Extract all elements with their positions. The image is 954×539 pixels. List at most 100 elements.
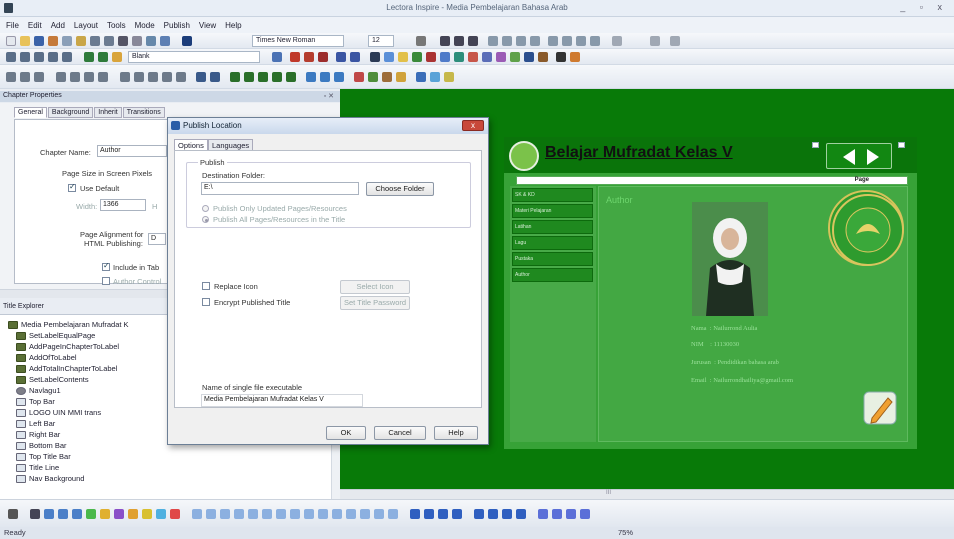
publish-icon[interactable]	[272, 52, 282, 62]
red-shape-icon[interactable]	[170, 509, 180, 519]
replace-icon[interactable]	[132, 36, 142, 46]
curve-arrow-icon[interactable]	[276, 509, 286, 519]
spell-icon[interactable]	[160, 36, 170, 46]
cancel-button[interactable]: Cancel	[374, 426, 426, 440]
align-right-icon[interactable]	[516, 36, 526, 46]
pentagon-icon[interactable]	[332, 509, 342, 519]
layout-icon[interactable]	[6, 52, 16, 62]
replace-icon-checkbox[interactable]	[202, 282, 210, 290]
form-icon[interactable]	[440, 52, 450, 62]
ungroup-icon[interactable]	[176, 72, 186, 82]
tree-item[interactable]: AddPageInChapterToLabel	[16, 342, 119, 351]
redo-icon[interactable]	[104, 36, 114, 46]
window-controls[interactable]: _ ▫ x	[900, 2, 948, 12]
rectangle-icon[interactable]	[72, 509, 82, 519]
people-icon[interactable]	[334, 72, 344, 82]
line-icon[interactable]	[612, 36, 622, 46]
tree-item[interactable]: LOGO UIN MMI trans	[16, 408, 101, 417]
encrypt-checkbox[interactable]	[202, 298, 210, 306]
same-width-icon[interactable]	[56, 72, 66, 82]
open-icon[interactable]	[20, 36, 30, 46]
menu-file[interactable]: File	[6, 21, 19, 30]
tree-item[interactable]: Navlagu1	[16, 386, 61, 395]
menu-pustaka[interactable]: Pustaka	[512, 252, 593, 266]
align-bottom-icon[interactable]	[34, 72, 44, 82]
tree-item-root[interactable]: Media Pembelajaran Mufradat K	[8, 320, 129, 329]
pointer-icon[interactable]	[8, 509, 18, 519]
menu-lagu[interactable]: Lagu	[512, 236, 593, 250]
sky-tool-icon[interactable]	[430, 72, 440, 82]
tree-item[interactable]: SetLabelEqualPage	[16, 331, 95, 340]
menu-mode[interactable]: Mode	[135, 21, 155, 30]
callout-icon[interactable]	[128, 509, 138, 519]
triangle-up-icon[interactable]	[410, 509, 420, 519]
add-page-icon[interactable]	[112, 52, 122, 62]
circle-icon[interactable]	[114, 509, 124, 519]
grid-icon[interactable]	[20, 52, 30, 62]
menu-edit[interactable]: Edit	[28, 21, 42, 30]
image-icon[interactable]	[290, 52, 300, 62]
ok-button[interactable]: OK	[326, 426, 366, 440]
progress-bar-icon[interactable]	[524, 52, 534, 62]
canvas-hscrollbar[interactable]: III	[340, 489, 954, 499]
tab-background[interactable]: Background	[47, 107, 94, 118]
ud-arrow-icon[interactable]	[262, 509, 272, 519]
align-objects-icon[interactable]	[6, 72, 16, 82]
radio-all[interactable]	[202, 216, 209, 223]
tab-general[interactable]: General	[14, 107, 47, 118]
tree-item[interactable]: SetLabelContents	[16, 375, 89, 384]
frame-icon[interactable]	[34, 52, 44, 62]
tree-item[interactable]: AddTotalInChapterToLabel	[16, 364, 117, 373]
minimize-icon[interactable]	[812, 142, 819, 148]
menu-layout[interactable]: Layout	[74, 21, 98, 30]
action-icon[interactable]	[398, 52, 408, 62]
quad-arrow-icon[interactable]	[360, 509, 370, 519]
blue-tool-icon[interactable]	[416, 72, 426, 82]
tree-item[interactable]: Title Line	[16, 463, 59, 472]
chart-icon[interactable]	[272, 72, 282, 82]
blue-shape-4-icon[interactable]	[516, 509, 526, 519]
back-icon[interactable]	[210, 72, 220, 82]
test-icon[interactable]	[412, 52, 422, 62]
green-tool-icon[interactable]	[368, 72, 378, 82]
align-left-icon[interactable]	[488, 36, 498, 46]
select-icon-button[interactable]: Select Icon	[340, 280, 410, 294]
space-across-icon[interactable]	[98, 72, 108, 82]
group-icon[interactable]	[162, 72, 172, 82]
include-tab-checkbox[interactable]	[102, 261, 110, 271]
find-icon[interactable]	[118, 36, 128, 46]
block-4-icon[interactable]	[580, 509, 590, 519]
set-password-button[interactable]: Set Title Password	[340, 296, 410, 310]
globe-icon[interactable]	[320, 72, 330, 82]
triangle-down-icon[interactable]	[424, 509, 434, 519]
tree-item[interactable]: Top Bar	[16, 397, 55, 406]
next-button[interactable]	[867, 149, 879, 165]
notched-arrow-icon[interactable]	[346, 509, 356, 519]
menu-latihan[interactable]: Latihan	[512, 220, 593, 234]
radio-updated[interactable]	[202, 205, 209, 212]
dialog-close-button[interactable]: x	[462, 120, 484, 131]
destination-field[interactable]: E:\	[201, 182, 359, 195]
tree-item[interactable]: AddOfToLabel	[16, 353, 77, 362]
italic-icon[interactable]	[454, 36, 464, 46]
undo-icon[interactable]	[90, 36, 100, 46]
ribbon-icon[interactable]	[388, 509, 398, 519]
yellow-tool-icon[interactable]	[444, 72, 454, 82]
tree-item[interactable]: Top Title Bar	[16, 452, 71, 461]
down-arrow-icon[interactable]	[234, 509, 244, 519]
text-color-icon[interactable]	[416, 36, 426, 46]
audio-icon[interactable]	[304, 52, 314, 62]
paste-icon[interactable]	[76, 36, 86, 46]
bent-arrow-icon[interactable]	[290, 509, 300, 519]
zoom-level[interactable]: 75%	[618, 528, 633, 537]
blue-shape-2-icon[interactable]	[488, 509, 498, 519]
author-control-checkbox[interactable]	[102, 277, 110, 285]
choose-folder-button[interactable]: Choose Folder	[366, 182, 434, 196]
check-icon[interactable]	[244, 72, 254, 82]
panel-icon[interactable]	[48, 52, 58, 62]
underline-icon[interactable]	[468, 36, 478, 46]
double-arrow-icon[interactable]	[58, 509, 68, 519]
brown-tool-icon[interactable]	[382, 72, 392, 82]
blue-shape-icon[interactable]	[474, 509, 484, 519]
menu-add[interactable]: Add	[51, 21, 65, 30]
